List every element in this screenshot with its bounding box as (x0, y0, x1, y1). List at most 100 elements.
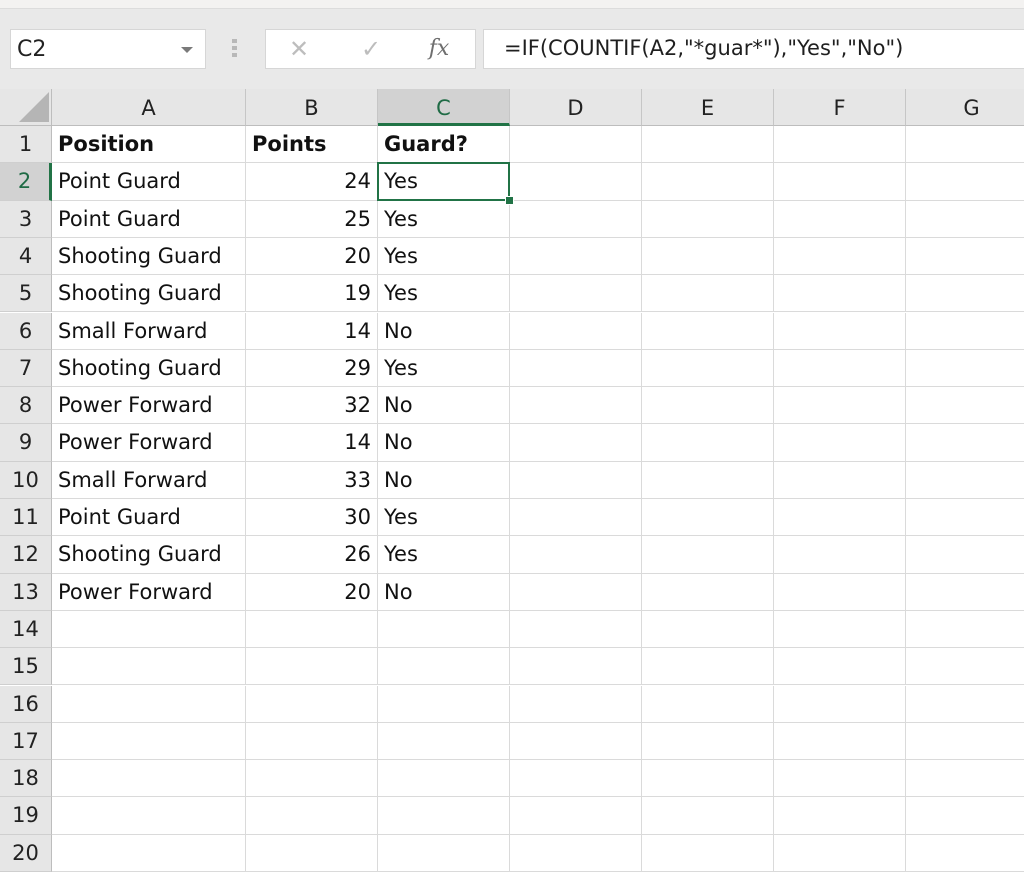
cell-d5[interactable] (510, 275, 642, 313)
cell-a18[interactable] (52, 760, 246, 798)
cell-d12[interactable] (510, 536, 642, 574)
cell-f12[interactable] (774, 536, 906, 574)
cell-f8[interactable] (774, 387, 906, 425)
cell-g7[interactable] (906, 350, 1024, 388)
cell-f1[interactable] (774, 126, 906, 164)
cell-d13[interactable] (510, 573, 642, 611)
cell-e19[interactable] (642, 797, 774, 835)
cell-c4[interactable]: Yes (378, 237, 510, 276)
cell-f20[interactable] (774, 834, 906, 872)
cell-f16[interactable] (774, 685, 906, 723)
cell-c7[interactable]: Yes (378, 349, 510, 388)
cell-e18[interactable] (642, 760, 774, 798)
cell-d17[interactable] (510, 722, 642, 761)
cell-f15[interactable] (774, 648, 906, 686)
cell-g6[interactable] (906, 313, 1024, 350)
cell-d6[interactable] (510, 312, 642, 350)
cell-f4[interactable] (774, 237, 906, 276)
cell-g14[interactable] (906, 611, 1024, 649)
cell-c17[interactable] (378, 722, 510, 761)
cell-g10[interactable] (906, 462, 1024, 499)
cell-g2[interactable] (906, 163, 1024, 201)
cell-b10[interactable]: 33 (246, 461, 378, 499)
cell-a11[interactable]: Point Guard (52, 499, 246, 537)
cell-c3[interactable]: Yes (378, 200, 510, 238)
formula-text[interactable]: =IF(COUNTIF(A2,"*guar*"),"Yes","No") (504, 36, 903, 60)
cell-b8[interactable]: 32 (246, 387, 378, 425)
column-header-c[interactable]: C (378, 89, 510, 126)
cell-b3[interactable]: 25 (246, 200, 378, 238)
row-header-14[interactable]: 14 (0, 610, 52, 649)
cell-c19[interactable] (378, 797, 510, 835)
formula-input[interactable]: =IF(COUNTIF(A2,"*guar*"),"Yes","No") (483, 29, 1024, 69)
cell-e20[interactable] (642, 834, 774, 872)
cell-b14[interactable] (246, 610, 378, 649)
cell-f9[interactable] (774, 424, 906, 462)
cell-a17[interactable] (52, 722, 246, 761)
cell-f2[interactable] (774, 163, 906, 201)
cell-a5[interactable]: Shooting Guard (52, 275, 246, 313)
cell-b5[interactable]: 19 (246, 275, 378, 313)
cell-g4[interactable] (906, 238, 1024, 276)
cell-g19[interactable] (906, 797, 1024, 835)
cell-a7[interactable]: Shooting Guard (52, 349, 246, 388)
cell-c5[interactable]: Yes (378, 275, 510, 313)
name-box-value[interactable]: C2 (17, 37, 46, 62)
cell-e9[interactable] (642, 424, 774, 462)
cell-e8[interactable] (642, 387, 774, 425)
cell-g3[interactable] (906, 201, 1024, 238)
cell-d9[interactable] (510, 424, 642, 462)
cell-f6[interactable] (774, 312, 906, 350)
cell-e4[interactable] (642, 237, 774, 276)
cell-e17[interactable] (642, 722, 774, 761)
cancel-icon[interactable]: ✕ (284, 34, 314, 64)
cell-g18[interactable] (906, 760, 1024, 798)
cell-g1[interactable] (906, 126, 1024, 164)
fill-handle[interactable] (505, 195, 514, 205)
cell-e15[interactable] (642, 648, 774, 686)
cell-b19[interactable] (246, 797, 378, 835)
cell-a16[interactable] (52, 685, 246, 723)
cell-b4[interactable]: 20 (246, 237, 378, 276)
cell-f10[interactable] (774, 461, 906, 499)
row-header-3[interactable]: 3 (0, 200, 52, 238)
row-header-8[interactable]: 8 (0, 387, 52, 425)
cell-b11[interactable]: 30 (246, 499, 378, 537)
cell-a12[interactable]: Shooting Guard (52, 536, 246, 574)
cell-d18[interactable] (510, 760, 642, 798)
cell-c9[interactable]: No (378, 424, 510, 462)
cell-a14[interactable] (52, 610, 246, 649)
cell-f3[interactable] (774, 200, 906, 238)
row-header-1[interactable]: 1 (0, 126, 52, 164)
cell-f13[interactable] (774, 573, 906, 611)
cell-g11[interactable] (906, 499, 1024, 537)
cell-d20[interactable] (510, 834, 642, 872)
cell-d3[interactable] (510, 200, 642, 238)
row-header-15[interactable]: 15 (0, 648, 52, 686)
check-icon[interactable]: ✓ (356, 34, 386, 64)
cell-b9[interactable]: 14 (246, 424, 378, 462)
cell-a10[interactable]: Small Forward (52, 461, 246, 499)
cell-b6[interactable]: 14 (246, 312, 378, 350)
row-header-5[interactable]: 5 (0, 275, 52, 313)
cell-d11[interactable] (510, 499, 642, 537)
cell-f14[interactable] (774, 610, 906, 649)
cell-f7[interactable] (774, 349, 906, 388)
cell-c1[interactable]: Guard? (378, 126, 510, 164)
cell-g13[interactable] (906, 574, 1024, 611)
cell-e1[interactable] (642, 126, 774, 164)
row-header-12[interactable]: 12 (0, 536, 52, 574)
cell-d15[interactable] (510, 648, 642, 686)
cell-f11[interactable] (774, 499, 906, 537)
cell-g20[interactable] (906, 835, 1024, 872)
row-header-11[interactable]: 11 (0, 499, 52, 537)
column-header-d[interactable]: D (510, 89, 642, 126)
row-header-7[interactable]: 7 (0, 349, 52, 388)
cell-c16[interactable] (378, 685, 510, 723)
column-header-b[interactable]: B (246, 89, 378, 126)
cell-f5[interactable] (774, 275, 906, 313)
cell-a9[interactable]: Power Forward (52, 424, 246, 462)
cell-e2[interactable] (642, 163, 774, 201)
row-header-18[interactable]: 18 (0, 760, 52, 798)
cell-a4[interactable]: Shooting Guard (52, 237, 246, 276)
